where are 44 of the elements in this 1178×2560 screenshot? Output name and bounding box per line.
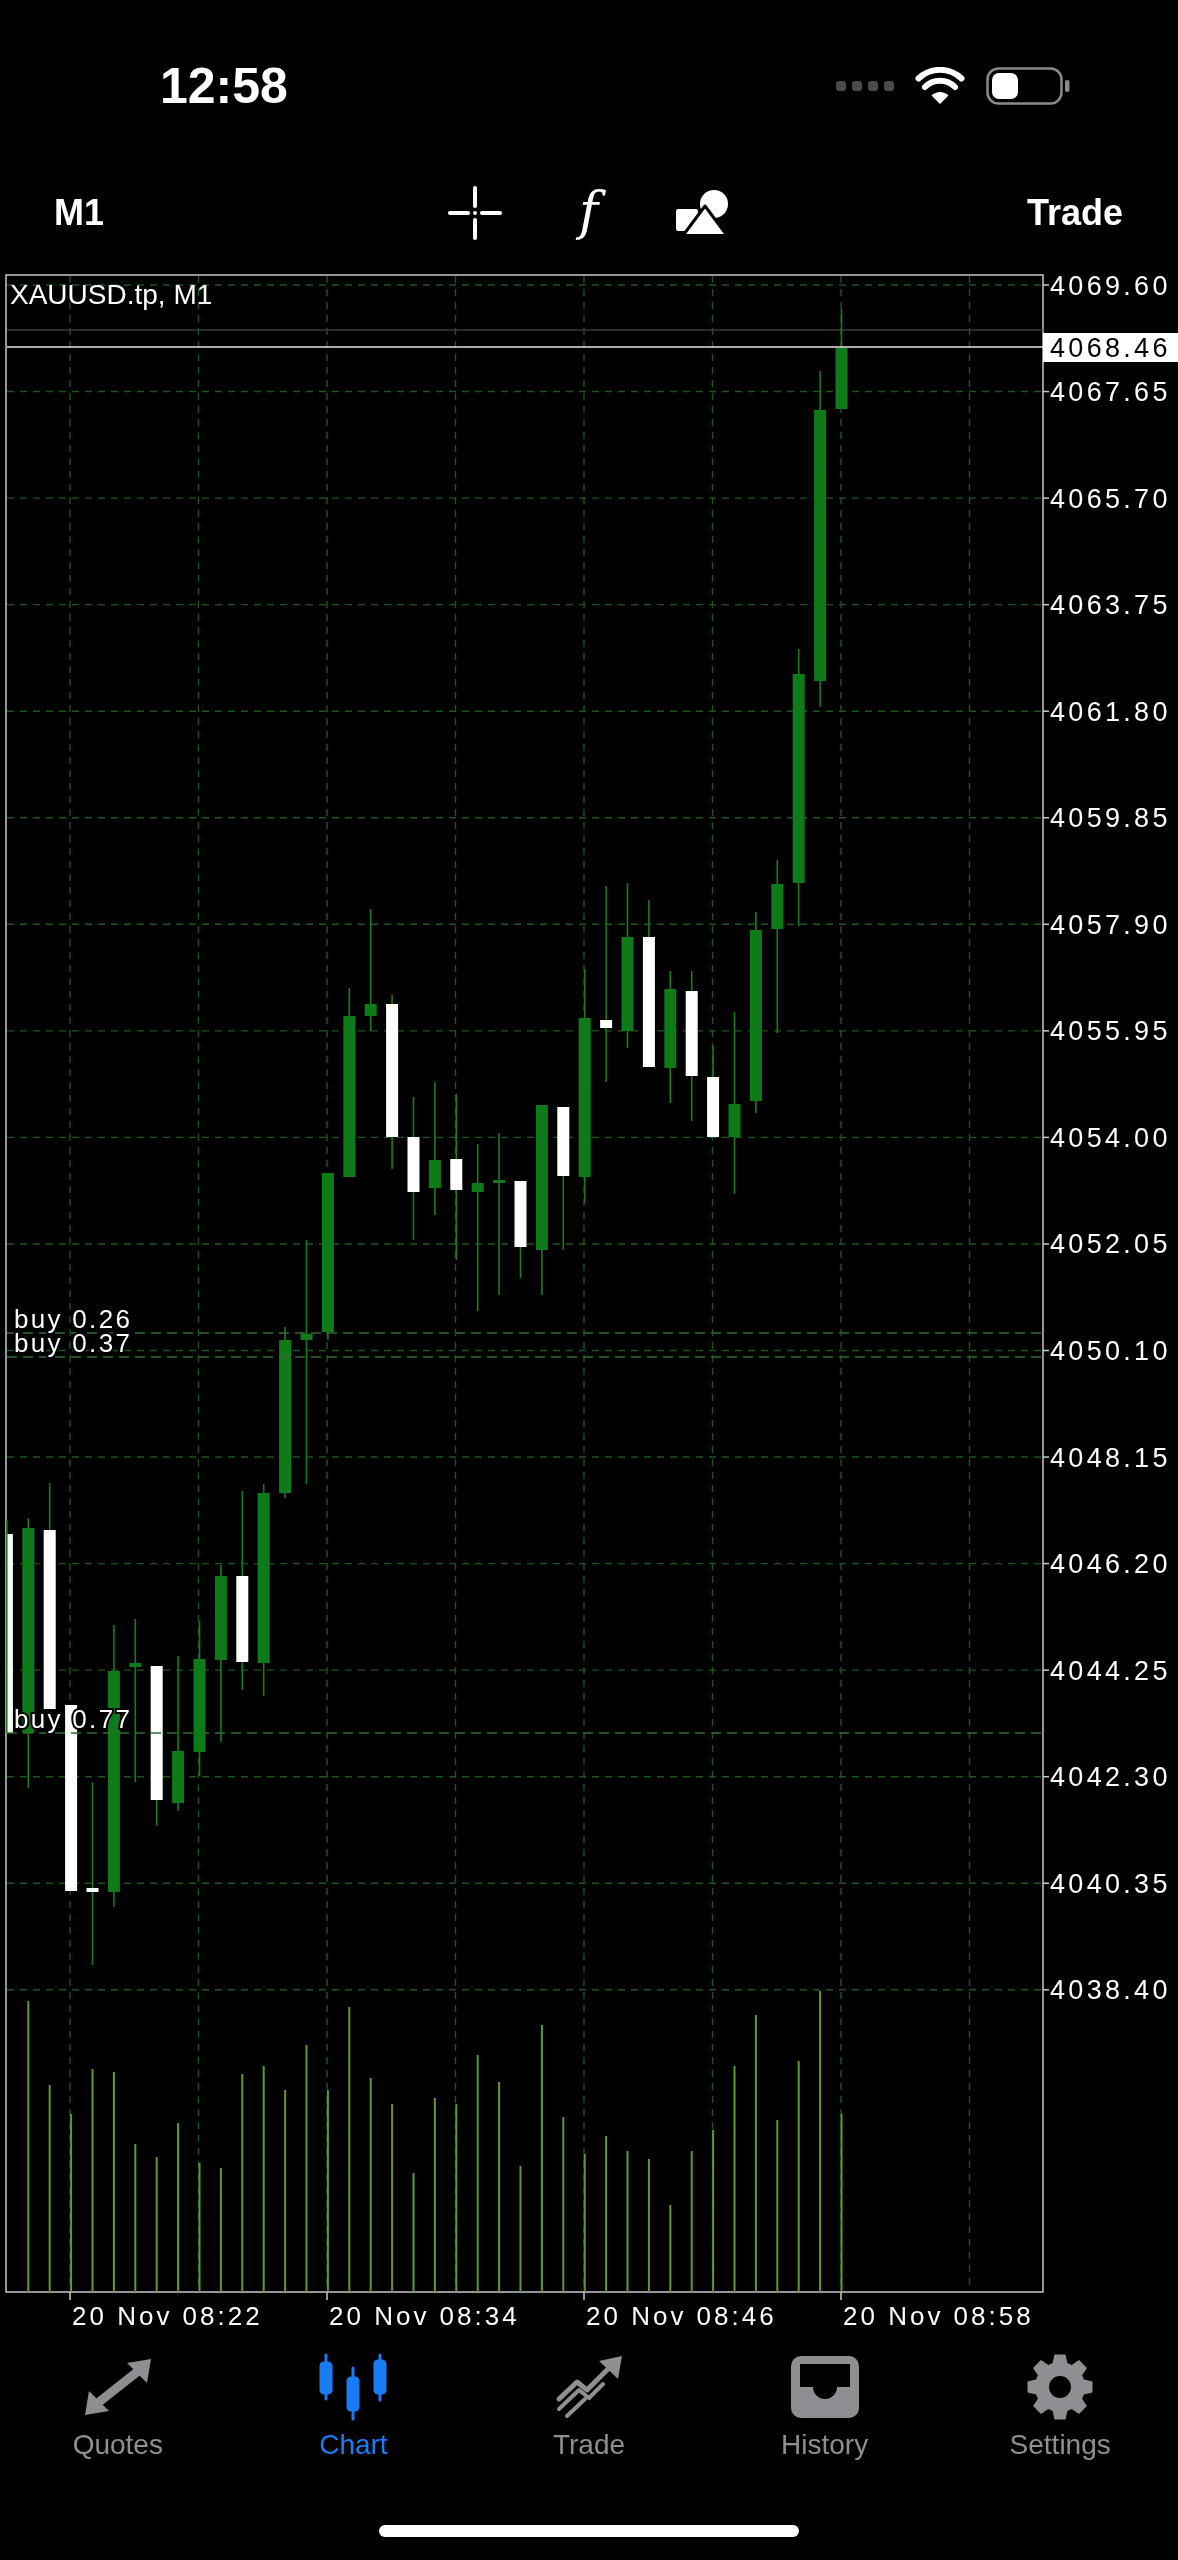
price-label: 4038.40 xyxy=(1050,1975,1171,2006)
status-time: 12:58 xyxy=(160,61,288,111)
double-arrow-icon xyxy=(84,2359,151,2415)
price-label: 4048.15 xyxy=(1050,1442,1171,1473)
settings-icon xyxy=(1026,2353,1095,2421)
wifi-icon xyxy=(915,67,965,105)
price-label: 4067.65 xyxy=(1050,377,1171,408)
price-label: 4040.35 xyxy=(1050,1868,1171,1899)
inbox-tray-icon xyxy=(790,2356,859,2418)
time-label: 20 Nov 08:58 xyxy=(843,2301,1034,2331)
price-label: 4063.75 xyxy=(1050,590,1171,621)
price-label: 4061.80 xyxy=(1050,696,1171,727)
tab[interactable]: Trade xyxy=(471,2353,707,2462)
timeframe-button[interactable]: M1 xyxy=(54,195,104,231)
tab[interactable]: History xyxy=(706,2353,943,2462)
price-label: 4059.85 xyxy=(1050,803,1171,834)
price-label: 4050.10 xyxy=(1050,1336,1171,1366)
price-label: 4069.60 xyxy=(1050,270,1171,301)
shapes-icon xyxy=(675,189,730,237)
price-label: 4052.05 xyxy=(1050,1229,1171,1260)
price-label: 4055.95 xyxy=(1050,1016,1171,1047)
tab[interactable]: Quotes xyxy=(0,2353,236,2462)
price-label: 4065.70 xyxy=(1050,483,1171,514)
tab[interactable]: Chart xyxy=(235,2353,472,2462)
price-label: 4046.20 xyxy=(1050,1549,1171,1580)
signal-icon xyxy=(836,81,894,91)
crosshair-button[interactable] xyxy=(447,186,502,240)
tab[interactable]: Settings xyxy=(942,2353,1178,2462)
candlestick-icon xyxy=(318,2353,389,2421)
indicator-button[interactable]: f xyxy=(569,185,608,241)
crosshair-icon xyxy=(447,186,502,240)
trend-arrow-icon xyxy=(555,2355,623,2419)
time-label: 20 Nov 08:46 xyxy=(586,2301,777,2331)
time-label: 20 Nov 08:22 xyxy=(72,2301,263,2331)
battery-icon xyxy=(986,67,1070,105)
time-label: 20 Nov 08:34 xyxy=(329,2301,520,2331)
objects-button[interactable] xyxy=(675,189,730,237)
bid-price-label: 4068.46 xyxy=(1043,333,1178,363)
price-label: 4054.00 xyxy=(1050,1122,1171,1153)
trade-button[interactable]: Trade xyxy=(1026,195,1123,231)
chart-title: XAUUSD.tp, M1 xyxy=(10,279,213,310)
price-label: 4057.90 xyxy=(1050,909,1171,940)
price-label: 4042.30 xyxy=(1050,1762,1171,1793)
price-label: 4044.25 xyxy=(1050,1655,1171,1686)
